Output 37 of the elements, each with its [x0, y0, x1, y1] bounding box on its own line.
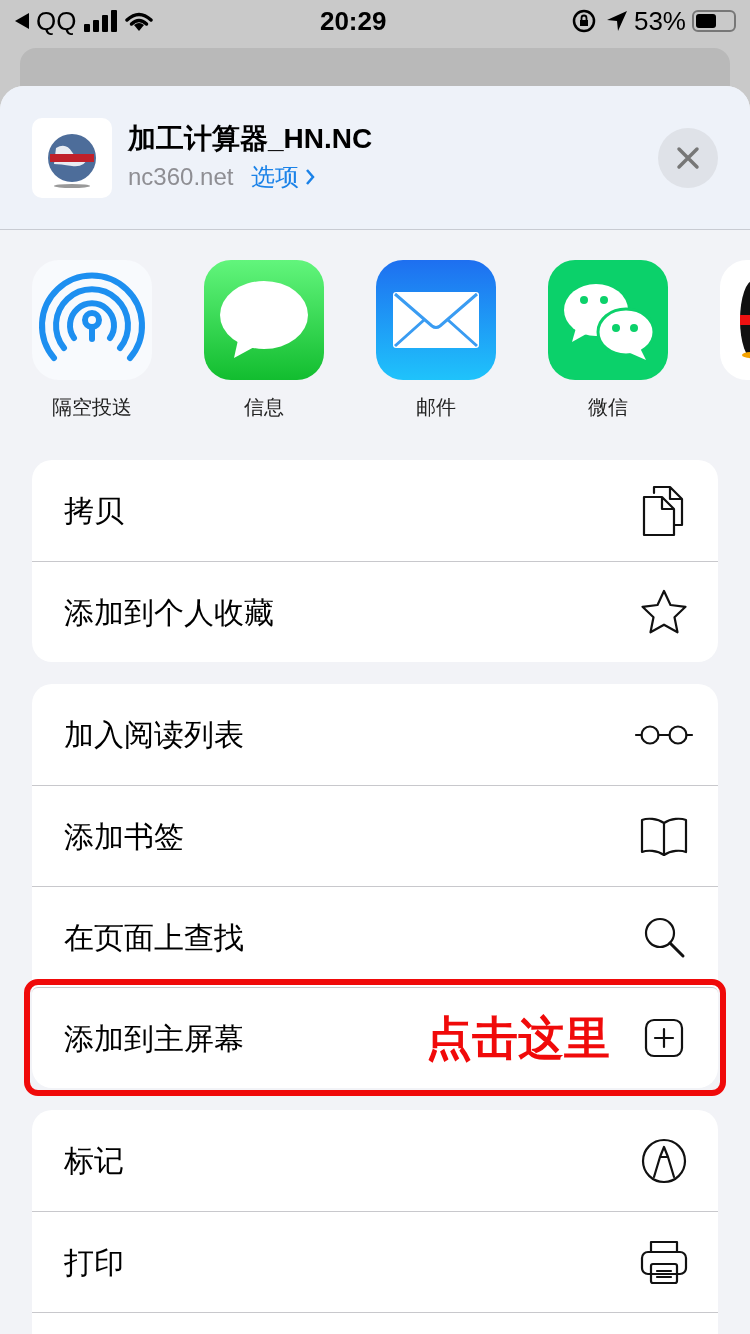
menu-item-label[interactable]: 拷贝 [64, 488, 634, 533]
page-title: 加工计算器_HN.NC [128, 121, 374, 156]
location-arrow-icon [605, 10, 628, 32]
back-arrow-icon[interactable] [14, 12, 30, 30]
menu-item-label[interactable]: 添加到个人收藏 [64, 589, 634, 635]
menu-item-label[interactable]: 标记 [64, 1138, 634, 1183]
signal-icon [84, 10, 119, 32]
search-icon [642, 915, 686, 959]
airdrop-icon[interactable] [32, 260, 152, 380]
battery-percent: 53% [633, 4, 686, 38]
back-app-label[interactable]: QQ [36, 1, 77, 41]
wifi-icon [124, 10, 155, 32]
menu-item-label[interactable]: 添加书签 [64, 813, 634, 859]
site-globe-icon [32, 117, 112, 198]
app-label[interactable]: 微信 [588, 392, 628, 422]
battery-icon [692, 10, 736, 32]
add-square-icon [643, 1017, 685, 1059]
menu-item-label[interactable]: 打印 [64, 1239, 634, 1285]
site-domain: nc360.net [128, 161, 234, 192]
menu-item-label[interactable]: 添加到主屏幕 [64, 1015, 426, 1061]
app-label[interactable]: 邮件 [416, 392, 456, 422]
clock-time: 20:29 [318, 4, 388, 38]
close-icon [676, 145, 700, 170]
menu-item-label[interactable]: 加入阅读列表 [64, 712, 634, 757]
app-label[interactable]: 隔空投送 [52, 392, 132, 422]
rotation-lock-icon [571, 9, 596, 33]
star-icon [639, 588, 689, 636]
chevron-right-icon [305, 167, 316, 186]
app-label[interactable]: 信息 [244, 392, 284, 422]
chat-bubbles-icon[interactable] [548, 260, 668, 380]
book-icon [639, 816, 689, 856]
annotation-text: 点击这里 [426, 1010, 610, 1066]
envelope-icon[interactable] [376, 260, 496, 380]
printer-icon [639, 1238, 689, 1286]
menu-item-label[interactable]: 在页面上查找 [64, 914, 634, 960]
chat-bubble-icon[interactable] [204, 260, 324, 380]
pen-circle-icon [640, 1136, 688, 1185]
